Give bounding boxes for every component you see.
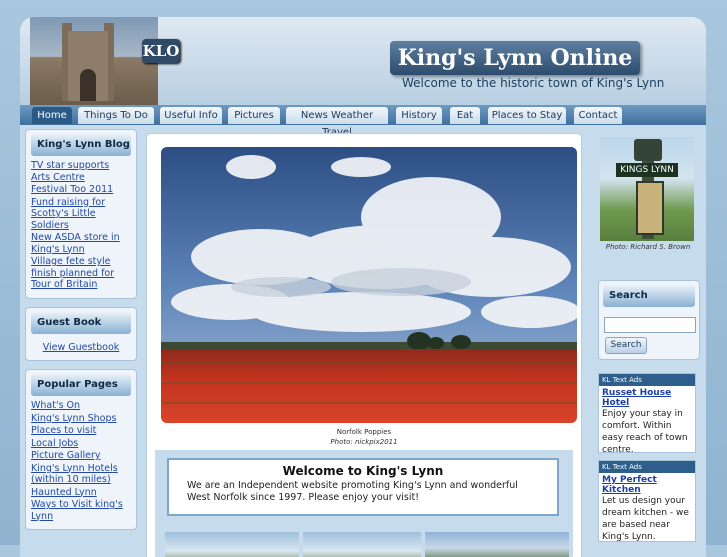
text-ad-russet-house: KL Text Ads Russet House Hotel Enjoy you… <box>598 373 696 455</box>
tab-news-weather-travel[interactable]: News Weather Travel <box>286 107 388 138</box>
tab-useful-info[interactable]: Useful Info <box>160 107 222 124</box>
popular-link[interactable]: Haunted Lynn <box>31 487 131 499</box>
ad-text: Let us design your dream kitchen - we ar… <box>602 496 689 542</box>
text-ad-my-perfect-kitchen: KL Text Ads My Perfect Kitchen Let us de… <box>598 460 696 542</box>
site-header: KLO King's Lynn Online Welcome to the hi… <box>20 17 706 105</box>
popular-link[interactable]: What's On <box>31 400 131 412</box>
blog-link[interactable]: New ASDA store in King's Lynn <box>31 232 131 255</box>
hero-photo-poppies[interactable] <box>161 147 577 423</box>
blog-link[interactable]: Village fete style finish planned for To… <box>31 256 131 291</box>
welcome-text: We are an Independent website promoting … <box>187 480 518 503</box>
sign-board-text: KINGS LYNN <box>616 163 678 177</box>
blog-box: King's Lynn Blog TV star supports Arts C… <box>25 129 137 299</box>
main-content: Norfolk Poppies Photo: nickpix2011 Welco… <box>146 133 582 557</box>
right-sidebar: KINGS LYNN Photo: Richard S. Brown Searc… <box>598 129 700 542</box>
guestbook-title: Guest Book <box>31 311 131 334</box>
popular-pages-title: Popular Pages <box>31 374 131 396</box>
blog-link[interactable]: Festival Too 2011 <box>31 184 131 196</box>
header-photo-gate <box>30 17 158 105</box>
popular-link[interactable]: Local Jobs <box>31 438 131 450</box>
tab-places-to-stay[interactable]: Places to Stay <box>488 107 566 124</box>
popular-link[interactable]: Ways to Visit king's Lynn <box>31 499 131 522</box>
left-sidebar: King's Lynn Blog TV star supports Arts C… <box>25 129 137 538</box>
blog-link[interactable]: Fund raising for Scotty's Little Soldier… <box>31 197 131 232</box>
search-input[interactable] <box>604 317 696 333</box>
ad-title-link[interactable]: My Perfect Kitchen <box>599 473 695 495</box>
poppy-field-image <box>161 147 577 423</box>
search-box: Search Search <box>598 280 700 360</box>
popular-pages-box: Popular Pages What's On King's Lynn Shop… <box>25 369 137 530</box>
popular-link[interactable]: Places to visit <box>31 425 131 437</box>
search-title: Search <box>603 285 695 307</box>
hero-photo-credit: Photo: nickpix2011 <box>330 438 398 446</box>
guestbook-box: Guest Book View Guestbook <box>25 306 137 361</box>
tab-history[interactable]: History <box>396 107 442 124</box>
gate-arch <box>80 69 96 101</box>
popular-link[interactable]: Picture Gallery <box>31 450 131 462</box>
sign-photo-box: KINGS LYNN Photo: Richard S. Brown <box>598 129 698 259</box>
tab-eat[interactable]: Eat <box>450 107 480 124</box>
popular-link[interactable]: King's Lynn Shops <box>31 413 131 425</box>
ad-title-link[interactable]: Russet House Hotel <box>599 386 695 408</box>
blog-link[interactable]: TV star supports Arts Centre <box>31 160 131 183</box>
welcome-box: Welcome to King's Lynn We are an Indepen… <box>167 458 559 516</box>
site-title[interactable]: King's Lynn Online <box>390 41 640 75</box>
site-logo[interactable]: KLO <box>142 39 180 63</box>
welcome-title: Welcome to King's Lynn <box>282 464 444 478</box>
kings-lynn-sign-photo[interactable]: KINGS LYNN <box>600 137 694 241</box>
tab-contact[interactable]: Contact <box>574 107 622 124</box>
hero-caption: Norfolk Poppies <box>336 428 392 436</box>
sign-photo-credit: Photo: Richard S. Brown <box>605 243 691 251</box>
welcome-panel: Welcome to King's Lynn We are an Indepen… <box>155 450 573 557</box>
tab-things-to-do[interactable]: Things To Do <box>78 107 154 124</box>
ad-header: KL Text Ads <box>599 374 695 386</box>
ad-header: KL Text Ads <box>599 461 695 473</box>
tab-pictures[interactable]: Pictures <box>228 107 280 124</box>
site-tagline: Welcome to the historic town of King's L… <box>402 76 665 90</box>
sign-panel <box>636 181 664 235</box>
tab-home[interactable]: Home <box>32 107 72 124</box>
popular-link[interactable]: King's Lynn Hotels (within 10 miles) <box>31 463 131 486</box>
view-guestbook-link[interactable]: View Guestbook <box>31 342 131 354</box>
sign-crest <box>634 139 662 161</box>
page-wrapper: KLO King's Lynn Online Welcome to the hi… <box>20 17 706 557</box>
main-nav: Home Things To Do Useful Info Pictures N… <box>20 105 706 138</box>
ad-text: Enjoy your stay in comfort. Within easy … <box>602 409 688 455</box>
blog-title: King's Lynn Blog <box>31 134 131 156</box>
search-button[interactable]: Search <box>605 337 647 354</box>
